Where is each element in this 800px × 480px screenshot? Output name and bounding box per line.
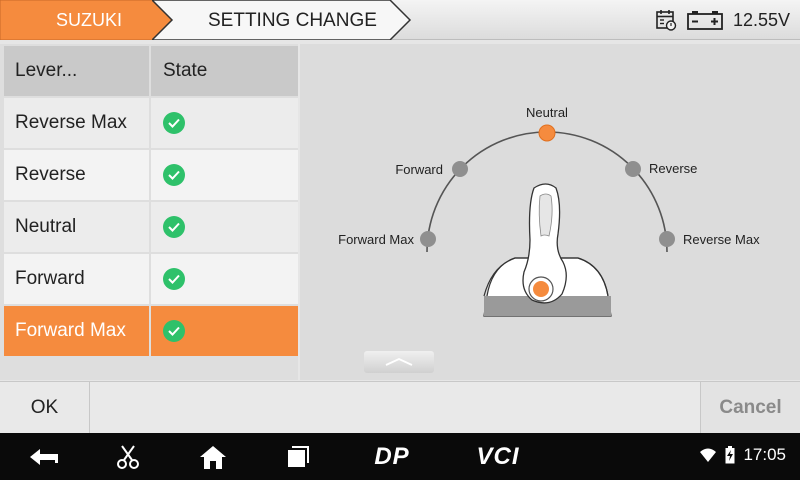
position-dot-reverse-max	[659, 231, 675, 247]
check-icon	[163, 112, 185, 134]
state-cell	[151, 254, 298, 304]
breadcrumb-page: SETTING CHANGE	[152, 0, 414, 40]
check-icon	[163, 320, 185, 342]
dp-label: DP	[374, 442, 410, 470]
check-icon	[163, 268, 185, 290]
lever-position-label: Reverse	[4, 150, 149, 200]
vci-label: VCI	[476, 442, 520, 470]
label-reverse: Reverse	[649, 161, 697, 176]
dp-button[interactable]: DP	[362, 433, 422, 480]
voltage-readout: 12.55V	[732, 9, 790, 30]
breadcrumb-brand[interactable]: SUZUKI	[0, 0, 172, 40]
lever-pivot-indicator	[533, 281, 549, 297]
lever-position-label: Forward Max	[4, 306, 149, 356]
column-header-state[interactable]: State	[151, 46, 298, 96]
label-neutral: Neutral	[526, 105, 568, 120]
scroll-up-button[interactable]	[364, 351, 434, 373]
battery-icon	[687, 9, 723, 31]
check-icon	[163, 216, 185, 238]
state-cell	[151, 150, 298, 200]
back-icon[interactable]	[22, 433, 66, 480]
lever-position-label: Neutral	[4, 202, 149, 252]
label-forward-max: Forward Max	[338, 232, 414, 247]
calendar-icon[interactable]	[655, 9, 677, 31]
system-status: 17:05	[699, 445, 786, 465]
chevron-up-icon	[385, 358, 413, 366]
lever-position-label: Forward	[4, 254, 149, 304]
recent-apps-icon[interactable]	[278, 433, 318, 480]
lever-diagram-panel: Neutral Forward Reverse Forward Max Reve…	[300, 44, 800, 380]
clock: 17:05	[743, 445, 786, 464]
ok-button[interactable]: OK	[0, 382, 90, 434]
title-bar: SUZUKI SETTING CHANGE 12.55V	[0, 0, 800, 40]
action-bar: OK Cancel	[0, 381, 800, 434]
table-header-row: Lever... State	[4, 46, 298, 96]
table-row[interactable]: Reverse	[4, 150, 298, 200]
system-nav-bar: DP VCI 17:05	[0, 433, 800, 480]
label-reverse-max: Reverse Max	[683, 232, 760, 247]
table-row[interactable]: Forward	[4, 254, 298, 304]
state-cell	[151, 202, 298, 252]
vci-button[interactable]: VCI	[466, 433, 530, 480]
lever-diagram: Neutral Forward Reverse Forward Max Reve…	[338, 105, 760, 317]
home-icon[interactable]	[193, 433, 233, 480]
table-row[interactable]: Reverse Max	[4, 98, 298, 148]
state-cell	[151, 306, 298, 356]
wifi-icon	[700, 448, 717, 462]
table-row[interactable]: Neutral	[4, 202, 298, 252]
cancel-button[interactable]: Cancel	[700, 382, 800, 434]
label-forward: Forward	[395, 162, 443, 177]
position-dot-neutral	[538, 124, 556, 142]
scissors-icon[interactable]	[108, 433, 148, 480]
column-header-lever[interactable]: Lever...	[4, 46, 149, 96]
header-status: 12.55V	[655, 8, 790, 32]
lever-position-label: Reverse Max	[4, 98, 149, 148]
position-dot-forward-max	[420, 231, 436, 247]
position-dot-reverse	[625, 161, 641, 177]
lever-handle	[522, 183, 567, 304]
state-cell	[151, 98, 298, 148]
table-row-selected[interactable]: Forward Max	[4, 306, 298, 356]
battery-charging-icon	[725, 446, 735, 464]
page-title: SETTING CHANGE	[208, 10, 377, 31]
breadcrumb-brand-label: SUZUKI	[56, 10, 123, 30]
check-icon	[163, 164, 185, 186]
position-dot-forward	[452, 161, 468, 177]
lever-state-table: Lever... State Reverse Max Reverse Neutr…	[0, 44, 298, 380]
